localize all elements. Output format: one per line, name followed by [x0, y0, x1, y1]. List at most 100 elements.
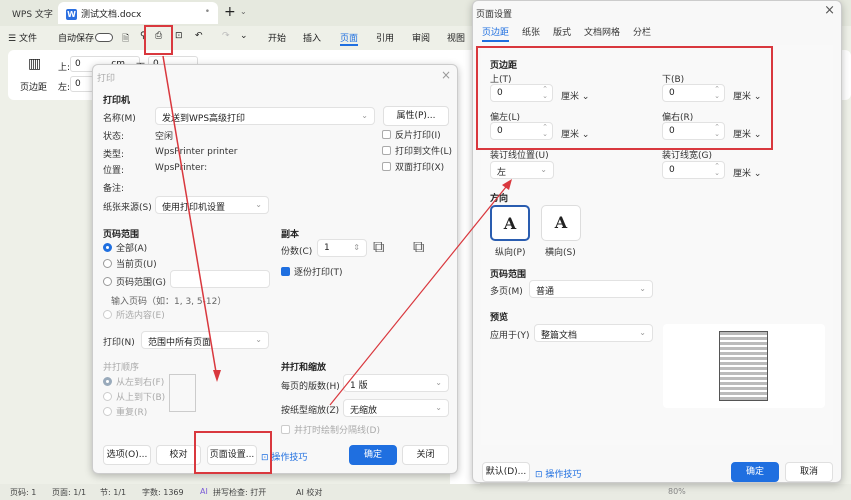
- menu-start[interactable]: 开始: [268, 31, 286, 44]
- gutter-position-select[interactable]: 左 ⌄: [490, 161, 554, 179]
- left-to-right-radio[interactable]: 从左到右(F): [103, 375, 164, 388]
- dialog-title: 打印: [97, 74, 116, 84]
- share-icon[interactable]: ⚲: [140, 31, 147, 41]
- page-range-heading: 页码范围: [490, 270, 527, 280]
- tab-close-dot-icon[interactable]: •: [205, 7, 210, 17]
- left-unit-select[interactable]: 厘米 ⌄: [561, 127, 589, 140]
- left-margin-label: 左:: [58, 83, 71, 93]
- top-to-bottom-radio[interactable]: 从上到下(B): [103, 390, 165, 403]
- draw-lines-checkbox[interactable]: 并打时绘制分隔线(D): [281, 423, 380, 436]
- paper-source-label: 纸张来源(S): [103, 203, 152, 213]
- status-words[interactable]: 字数: 1369: [142, 487, 184, 498]
- printer-select[interactable]: 发送到WPS高级打印 ⌄: [155, 107, 375, 125]
- cancel-button[interactable]: 取消: [785, 462, 833, 482]
- redo-icon[interactable]: ↷: [222, 31, 230, 41]
- top-unit-select[interactable]: 厘米 ⌄: [561, 89, 589, 102]
- new-tab-plus-icon[interactable]: +: [224, 4, 236, 20]
- collate-pages-icon: ⧉: [373, 237, 385, 256]
- gutter-width-stepper[interactable]: 0 ⌃ ⌄: [662, 161, 725, 179]
- ok-button[interactable]: 确定: [731, 462, 779, 482]
- margins-heading: 页边距: [490, 61, 518, 71]
- margins-icon[interactable]: ▥: [28, 56, 41, 72]
- close-icon[interactable]: ×: [441, 68, 451, 82]
- print-what-select[interactable]: 范围中所有页面 ⌄: [141, 331, 269, 349]
- left-margin-input[interactable]: 0: [70, 76, 94, 92]
- undo-icon[interactable]: ↶: [195, 31, 203, 41]
- copies-heading: 副本: [281, 230, 300, 240]
- tips-link[interactable]: ⊡ 操作技巧: [535, 467, 581, 480]
- tips-link[interactable]: ⊡ 操作技巧: [261, 450, 307, 463]
- menu-references[interactable]: 引用: [376, 31, 394, 44]
- tab-columns[interactable]: 分栏: [633, 25, 651, 38]
- repeat-radio[interactable]: 重复(R): [103, 405, 147, 418]
- status-spellcheck[interactable]: 拼写检查: 打开: [213, 487, 266, 498]
- collate-checkbox[interactable]: 逐份打印(T): [281, 265, 343, 278]
- tab-list-chevron-icon[interactable]: ⌄: [240, 7, 247, 16]
- gutter-unit-select[interactable]: 厘米 ⌄: [733, 166, 761, 179]
- duplex-checkbox[interactable]: 双面打印(X): [382, 160, 444, 173]
- status-pages: 页面: 1/1: [52, 488, 87, 497]
- tab-margins[interactable]: 页边距: [482, 25, 510, 42]
- copies-label: 份数(C): [281, 247, 313, 257]
- left-margin-stepper[interactable]: 0 ⌃ ⌄: [490, 122, 553, 140]
- zoom-level[interactable]: 80%: [668, 487, 686, 496]
- multi-page-select[interactable]: 普通 ⌄: [529, 280, 653, 298]
- current-page-radio[interactable]: 当前页(U): [103, 257, 157, 270]
- preview-panel: [663, 324, 825, 408]
- tab-paper[interactable]: 纸张: [522, 25, 540, 38]
- right-unit-select[interactable]: 厘米 ⌄: [733, 127, 761, 140]
- menu-insert[interactable]: 插入: [303, 31, 321, 44]
- portrait-option[interactable]: A: [490, 205, 530, 241]
- paper-source-select[interactable]: 使用打印机设置 ⌄: [155, 196, 269, 214]
- ai-icon: AI: [200, 487, 208, 496]
- tab-doc-grid[interactable]: 文档网格: [584, 25, 620, 38]
- default-button[interactable]: 默认(D)...: [482, 462, 530, 482]
- close-button[interactable]: 关闭: [402, 445, 449, 465]
- printer-name-label: 名称(M): [103, 114, 136, 124]
- status-ai-proof[interactable]: AI 校对: [296, 487, 322, 498]
- apply-to-select[interactable]: 整篇文档 ⌄: [534, 324, 653, 342]
- file-menu[interactable]: ☰ 文件: [8, 31, 37, 44]
- copies-stepper[interactable]: 1 ⇕: [317, 239, 367, 257]
- ok-button[interactable]: 确定: [349, 445, 397, 465]
- options-button[interactable]: 选项(O)...: [103, 445, 151, 465]
- page-range-heading: 页码范围: [103, 230, 140, 240]
- properties-button[interactable]: 属性(P)...: [383, 106, 449, 126]
- landscape-option[interactable]: A: [541, 205, 581, 241]
- more-chevron-icon[interactable]: ⌄: [240, 31, 248, 41]
- order-heading: 并打顺序: [103, 363, 140, 373]
- print-icon[interactable]: ⎙: [155, 31, 162, 41]
- apply-to-label: 应用于(Y): [490, 331, 530, 341]
- print-preview-icon[interactable]: ⊡: [175, 31, 183, 41]
- reverse-print-checkbox[interactable]: 反片打印(I): [382, 128, 441, 141]
- tab-layout[interactable]: 版式: [553, 25, 571, 38]
- menu-page[interactable]: 页面: [340, 31, 359, 46]
- page-range-radio[interactable]: 页码范围(G): [103, 275, 166, 288]
- multi-page-label: 多页(M): [490, 287, 523, 297]
- page-setup-button[interactable]: 页面设置...: [207, 445, 257, 465]
- print-to-file-checkbox[interactable]: 打印到文件(L): [382, 144, 452, 157]
- document-tab[interactable]: W 测试文档.docx •: [58, 2, 218, 24]
- page-range-input[interactable]: [170, 270, 270, 288]
- save-icon[interactable]: 🗎: [122, 31, 129, 47]
- top-margin-label: 上:: [58, 63, 71, 73]
- status-page: 页码: 1: [10, 488, 37, 497]
- proof-button[interactable]: 校对: [156, 445, 201, 465]
- comment-label: 备注:: [103, 184, 125, 194]
- selection-radio[interactable]: 所选内容(E): [103, 308, 165, 321]
- page-setup-dialog: 页面设置 × 页边距 纸张 版式 文档网格 分栏 页边距 上(T) 0 ⌃ ⌄ 厘米…: [472, 0, 842, 483]
- portrait-label: 纵向(P): [495, 248, 526, 258]
- close-icon[interactable]: ×: [824, 3, 835, 18]
- top-margin-stepper[interactable]: 0 ⌃ ⌄: [490, 84, 553, 102]
- menu-review[interactable]: 审阅: [412, 31, 430, 44]
- bottom-margin-stepper[interactable]: 0 ⌃ ⌄: [662, 84, 725, 102]
- orientation-heading: 方向: [490, 194, 509, 204]
- all-pages-radio[interactable]: 全部(A): [103, 241, 147, 254]
- pages-per-sheet-select[interactable]: 1 版 ⌄: [343, 374, 449, 392]
- autosave-toggle[interactable]: [95, 33, 113, 42]
- bottom-unit-select[interactable]: 厘米 ⌄: [733, 89, 761, 102]
- scale-to-paper-select[interactable]: 无缩放 ⌄: [343, 399, 449, 417]
- margins-button[interactable]: 页边距: [20, 80, 47, 93]
- menu-view[interactable]: 视图: [447, 31, 465, 44]
- right-margin-stepper[interactable]: 0 ⌃ ⌄: [662, 122, 725, 140]
